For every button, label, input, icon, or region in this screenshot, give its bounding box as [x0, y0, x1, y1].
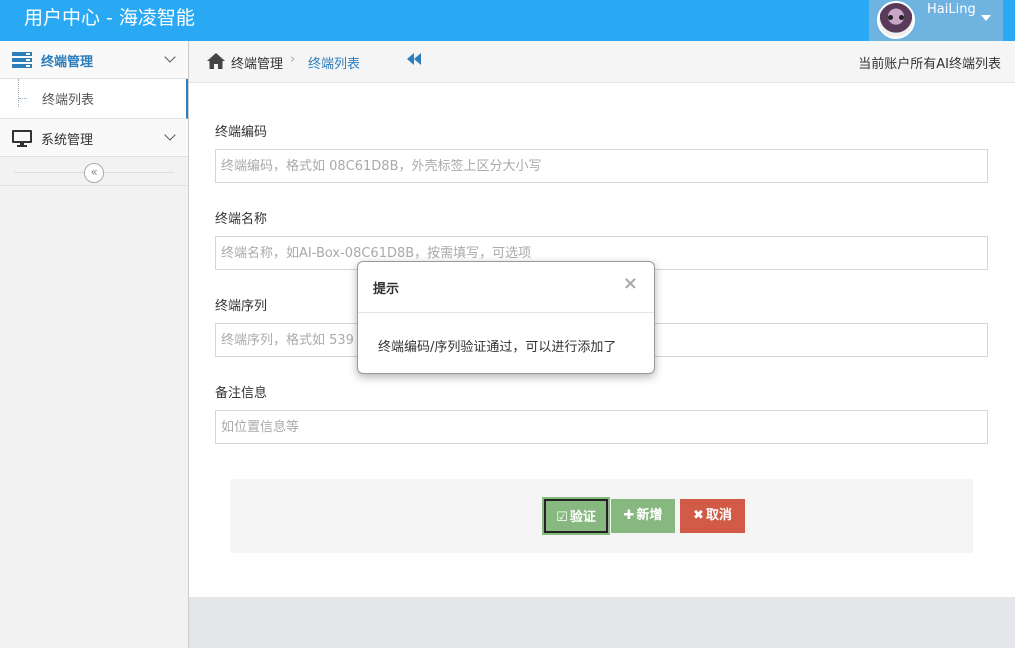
- sidebar: 终端管理 终端列表 系统管理 «: [0, 41, 189, 648]
- sidebar-item-label: 终端管理: [41, 55, 94, 70]
- double-chevron-left-icon[interactable]: «: [84, 163, 104, 183]
- add-button[interactable]: ✚ 新增: [611, 499, 675, 533]
- code-label: 终端编码: [215, 125, 268, 140]
- backward-icon[interactable]: [407, 53, 421, 69]
- avatar[interactable]: [877, 1, 915, 39]
- cancel-button[interactable]: ✖ 取消: [680, 499, 745, 533]
- form-actions: ☑ 验证 ✚ 新增 ✖ 取消: [230, 479, 973, 553]
- alert-modal: 提示 × 终端编码/序列验证通过，可以进行添加了: [357, 261, 655, 374]
- footer-area: [189, 597, 1015, 648]
- chevron-down-icon: [164, 129, 176, 141]
- user-menu[interactable]: HaiLing: [869, 0, 1003, 41]
- cancel-label: 取消: [705, 508, 732, 523]
- plus-icon: ✚: [623, 508, 635, 523]
- breadcrumb-home-link[interactable]: 终端管理: [231, 53, 283, 72]
- server-icon: [12, 52, 32, 72]
- close-icon: ✖: [693, 508, 704, 523]
- top-navbar: 用户中心 - 海凌智能 HaiLing: [0, 0, 1015, 41]
- modal-divider: [358, 312, 654, 313]
- chevron-right-icon: ›: [290, 52, 296, 67]
- sidebar-item-terminal-management[interactable]: 终端管理: [0, 41, 188, 79]
- sidebar-item-label: 系统管理: [41, 133, 94, 148]
- username[interactable]: HaiLing: [927, 2, 976, 17]
- check-square-icon: ☑: [556, 510, 568, 525]
- chevron-down-icon: [164, 51, 176, 63]
- code-input[interactable]: [215, 149, 988, 183]
- modal-title: 提示: [373, 282, 400, 297]
- add-label: 新增: [636, 508, 663, 523]
- tree-line: [18, 79, 27, 107]
- home-icon[interactable]: [207, 53, 225, 73]
- caret-down-icon[interactable]: [981, 15, 991, 21]
- sidebar-collapse-bar: «: [0, 159, 188, 186]
- verify-label: 验证: [569, 510, 596, 525]
- app-title[interactable]: 用户中心 - 海凌智能: [24, 0, 195, 38]
- sidebar-subitem-terminal-list[interactable]: 终端列表: [0, 79, 188, 119]
- verify-button[interactable]: ☑ 验证: [544, 499, 608, 533]
- desktop-icon: [12, 130, 32, 151]
- close-icon[interactable]: ×: [623, 275, 638, 293]
- serial-label: 终端序列: [215, 299, 268, 314]
- breadcrumb-description: 当前账户所有AI终端列表: [858, 57, 1001, 72]
- note-input[interactable]: [215, 410, 988, 444]
- name-label: 终端名称: [215, 212, 268, 227]
- breadcrumb: 终端管理 › 终端列表 当前账户所有AI终端列表: [189, 41, 1015, 83]
- modal-message: 终端编码/序列验证通过，可以进行添加了: [378, 340, 617, 355]
- sidebar-item-system-management[interactable]: 系统管理: [0, 119, 188, 157]
- breadcrumb-current: 终端列表: [308, 57, 361, 72]
- sidebar-subitem-label: 终端列表: [42, 93, 95, 108]
- note-label: 备注信息: [215, 386, 268, 401]
